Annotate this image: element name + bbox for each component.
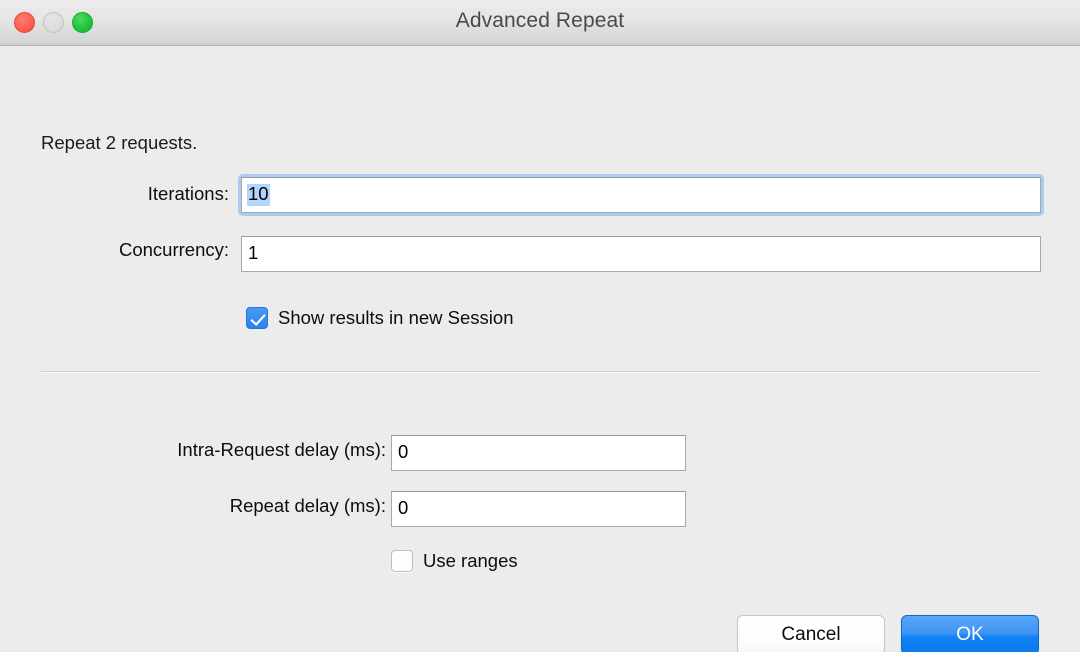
concurrency-input[interactable]: 1 — [241, 236, 1041, 272]
concurrency-row: Concurrency: — [64, 239, 229, 261]
use-ranges-checkbox-row[interactable]: Use ranges — [391, 550, 518, 572]
show-results-label: Show results in new Session — [278, 307, 514, 328]
empty-checkbox-icon[interactable] — [391, 550, 413, 572]
advanced-repeat-dialog: Advanced Repeat Repeat 2 requests. Itera… — [0, 0, 1080, 652]
intra-request-delay-value: 0 — [398, 441, 409, 463]
intra-request-delay-row: Intra-Request delay (ms): — [61, 439, 386, 461]
use-ranges-label: Use ranges — [423, 550, 518, 571]
show-results-checkbox-row[interactable]: Show results in new Session — [246, 307, 513, 329]
checkmark-icon[interactable] — [246, 307, 268, 329]
iterations-value: 10 — [247, 183, 270, 206]
iterations-row: Iterations: — [104, 183, 229, 205]
window-title: Advanced Repeat — [455, 9, 625, 32]
intra-request-delay-label: Intra-Request delay (ms): — [177, 439, 386, 460]
intro-text: Repeat 2 requests. — [41, 132, 198, 153]
iterations-input[interactable]: 10 — [241, 177, 1041, 213]
intra-request-delay-input[interactable]: 0 — [391, 435, 686, 471]
window-titlebar: Advanced Repeat — [0, 0, 1080, 46]
cancel-button[interactable]: Cancel — [737, 615, 885, 652]
repeat-delay-input[interactable]: 0 — [391, 491, 686, 527]
ok-button[interactable]: OK — [901, 615, 1039, 652]
section-divider — [41, 371, 1040, 373]
concurrency-value: 1 — [248, 242, 259, 264]
iterations-focus-ring: 10 — [238, 174, 1044, 216]
dialog-content: Repeat 2 requests. Iterations: 10 Concur… — [0, 46, 1080, 652]
repeat-delay-value: 0 — [398, 497, 409, 519]
repeat-delay-row: Repeat delay (ms): — [148, 495, 386, 517]
repeat-delay-label: Repeat delay (ms): — [229, 495, 386, 516]
iterations-label: Iterations: — [147, 183, 229, 204]
concurrency-label: Concurrency: — [118, 239, 229, 260]
